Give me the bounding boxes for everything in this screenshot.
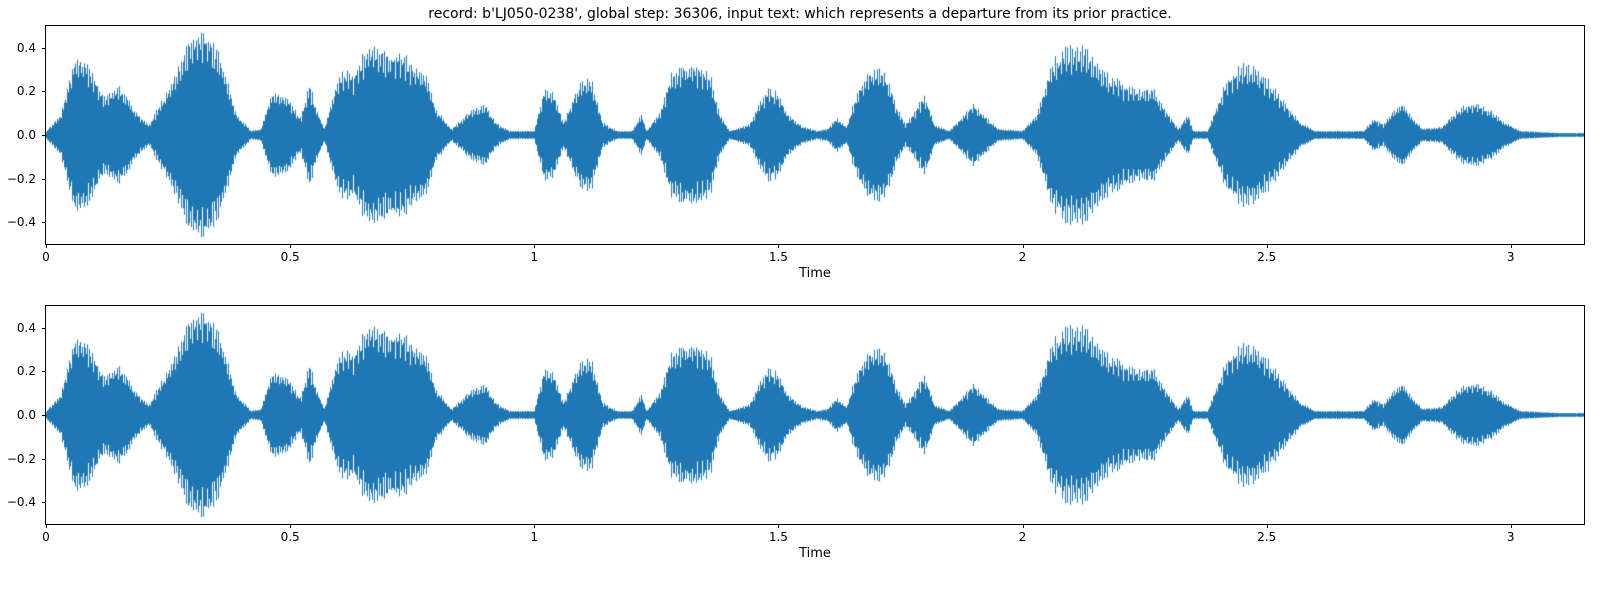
x-tick-label: 2 <box>1019 524 1027 544</box>
y-tick-label: 0.2 <box>17 84 46 98</box>
x-tick-label: 3 <box>1507 244 1515 264</box>
x-tick-label: 0.5 <box>281 244 300 264</box>
y-tick-label: −0.4 <box>7 495 46 509</box>
figure: record: b'LJ050-0238', global step: 3630… <box>0 0 1600 600</box>
x-tick-label: 0 <box>42 524 50 544</box>
x-tick-label: 1.5 <box>769 524 788 544</box>
x-tick-label: 1 <box>530 524 538 544</box>
y-tick-label: −0.4 <box>7 215 46 229</box>
chart-title: record: b'LJ050-0238', global step: 3630… <box>0 6 1600 22</box>
x-tick-label: 1.5 <box>769 244 788 264</box>
y-tick-label: 0.4 <box>17 321 46 335</box>
x-tick-label: 0 <box>42 244 50 264</box>
waveform-canvas-top <box>46 26 1584 244</box>
waveform-axes-bottom: Time −0.4−0.20.00.20.400.511.522.53 <box>45 305 1585 525</box>
y-tick-label: −0.2 <box>7 172 46 186</box>
y-tick-label: 0.4 <box>17 41 46 55</box>
x-axis-label-bottom: Time <box>799 524 831 561</box>
x-tick-label: 1 <box>530 244 538 264</box>
x-tick-label: 2.5 <box>1257 244 1276 264</box>
x-tick-label: 2 <box>1019 244 1027 264</box>
x-tick-label: 2.5 <box>1257 524 1276 544</box>
y-tick-label: −0.2 <box>7 452 46 466</box>
x-axis-label-top: Time <box>799 244 831 281</box>
waveform-canvas-bottom <box>46 306 1584 524</box>
y-tick-label: 0.0 <box>17 128 46 142</box>
waveform-axes-top: Time −0.4−0.20.00.20.400.511.522.53 <box>45 25 1585 245</box>
x-tick-label: 3 <box>1507 524 1515 544</box>
x-tick-label: 0.5 <box>281 524 300 544</box>
y-tick-label: 0.2 <box>17 364 46 378</box>
y-tick-label: 0.0 <box>17 408 46 422</box>
